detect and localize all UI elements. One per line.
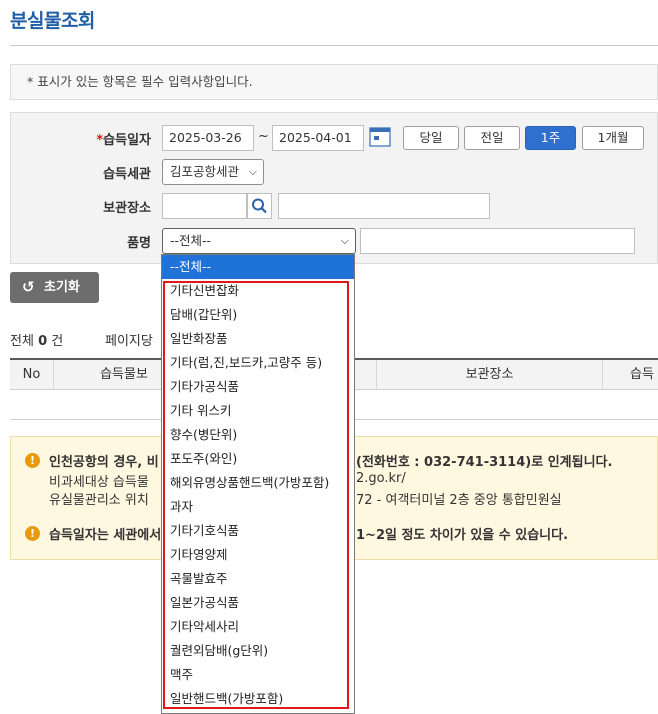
reset-button[interactable]: ↺ 초기화 — [10, 272, 99, 303]
warning-icon: ! — [25, 526, 40, 541]
customs-label: 습득세관 — [103, 167, 151, 182]
today-button[interactable]: 당일 — [403, 126, 459, 150]
storage-label: 보관장소 — [103, 201, 151, 216]
per-page-label: 페이지당 — [105, 334, 153, 349]
notice-1-line3: 유실물관리소 위치 — [49, 493, 149, 508]
notice-1-line3-end: 72 - 여객터미널 2층 중앙 통합민원실 — [356, 493, 562, 508]
total-suffix: 건 — [51, 334, 64, 349]
date-label: *습득일자 — [96, 133, 151, 148]
required-notice: * 표시가 있는 항목은 필수 입력사항입니다. — [10, 64, 658, 100]
customs-select[interactable]: 김포공항세관 ⌵ — [162, 159, 264, 185]
chevron-down-icon: ⌵ — [340, 234, 349, 247]
highlight-frame — [163, 281, 349, 709]
notice-1-bold: 인천공항의 경우, 비 — [49, 455, 159, 470]
one-month-button[interactable]: 1개월 — [582, 126, 644, 150]
search-form: *습득일자 2025-03-26 ~ 2025-04-01 당일 전일 1주 1… — [10, 112, 658, 264]
reset-button-label: 초기화 — [44, 280, 80, 295]
item-select[interactable]: --전체-- ⌵ — [162, 228, 356, 254]
notice-1-line2: 비과세대상 습득물 — [49, 475, 149, 490]
notice-1-bold-end: (전화번호 : 032-741-3114)로 인계됩니다. — [356, 455, 613, 470]
date-from-input[interactable]: 2025-03-26 — [162, 125, 254, 151]
one-week-button[interactable]: 1주 — [525, 126, 576, 150]
notice-2-bold-end: 1~2일 정도 차이가 있을 수 있습니다. — [356, 528, 569, 543]
date-label-text: 습득일자 — [103, 133, 151, 148]
item-label: 품명 — [127, 236, 151, 251]
yesterday-button[interactable]: 전일 — [464, 126, 520, 150]
date-to-input[interactable]: 2025-04-01 — [272, 125, 364, 151]
notice-2-bold: 습득일자는 세관에서 — [49, 528, 162, 543]
required-notice-text: * 표시가 있는 항목은 필수 입력사항입니다. — [27, 74, 253, 89]
notice-1-line2-end: 2.go.kr/ — [356, 471, 406, 486]
customs-select-value: 김포공항세관 — [170, 164, 240, 179]
refresh-icon: ↺ — [22, 278, 35, 296]
chevron-down-icon: ⌵ — [248, 165, 257, 178]
warning-icon: ! — [25, 453, 40, 468]
storage-detail-input[interactable] — [278, 193, 490, 219]
date-tilde: ~ — [258, 129, 269, 144]
title-divider — [10, 45, 658, 46]
page-title: 분실물조회 — [10, 10, 95, 32]
dropdown-option[interactable]: --전체-- — [162, 255, 354, 279]
column-storage: 보관장소 — [377, 360, 603, 390]
item-detail-input[interactable] — [360, 228, 635, 254]
total-prefix: 전체 — [10, 334, 34, 349]
column-no: No — [10, 360, 54, 390]
storage-input[interactable] — [162, 193, 247, 219]
calendar-icon[interactable] — [369, 126, 391, 148]
total-count: 전체 0 건 — [10, 330, 63, 349]
column-found: 습득 — [630, 367, 654, 382]
item-select-value: --전체-- — [170, 233, 212, 248]
search-icon[interactable] — [247, 193, 272, 219]
total-number: 0 — [38, 334, 48, 349]
